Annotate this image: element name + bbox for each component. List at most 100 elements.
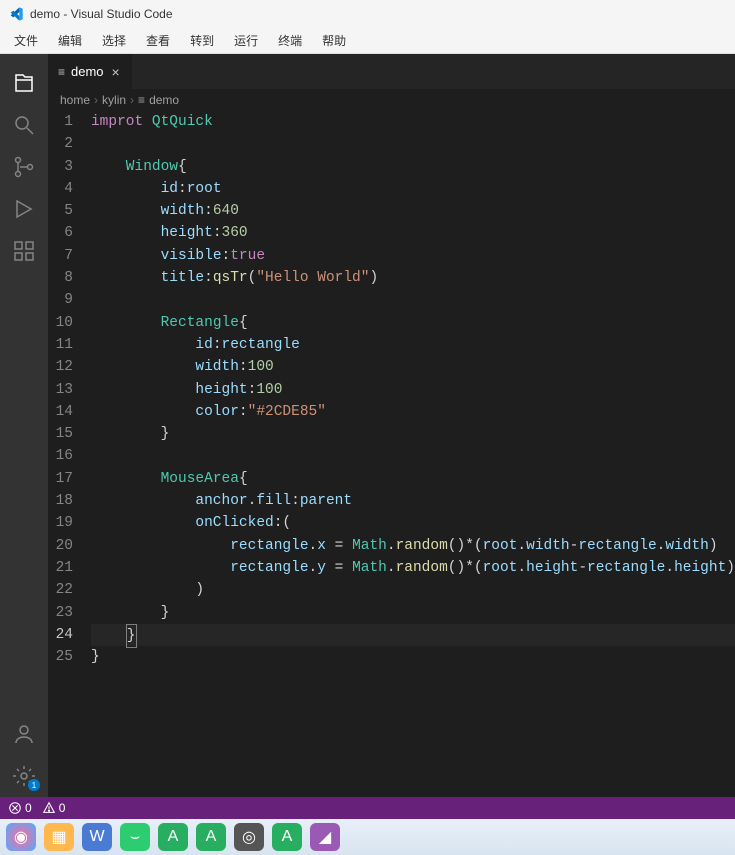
- tab-label: demo: [71, 64, 104, 79]
- code-line[interactable]: id:root: [91, 178, 735, 200]
- code-line[interactable]: Rectangle{: [91, 312, 735, 334]
- error-count: 0: [25, 801, 32, 815]
- line-number: 4: [48, 178, 73, 200]
- line-number: 11: [48, 334, 73, 356]
- breadcrumb-part[interactable]: demo: [149, 93, 179, 107]
- run-debug-icon[interactable]: [0, 188, 48, 230]
- menu-terminal[interactable]: 终端: [268, 28, 312, 53]
- code-line[interactable]: rectangle.y = Math.random()*(root.height…: [91, 557, 735, 579]
- menu-file[interactable]: 文件: [4, 28, 48, 53]
- code-line[interactable]: ): [91, 579, 735, 601]
- line-number: 1: [48, 111, 73, 133]
- code-line[interactable]: height:100: [91, 379, 735, 401]
- menu-view[interactable]: 查看: [136, 28, 180, 53]
- code-line[interactable]: rectangle.x = Math.random()*(root.width-…: [91, 535, 735, 557]
- chevron-right-icon: ›: [94, 93, 98, 107]
- gutter: 1234567891011121314151617181920212223242…: [48, 111, 91, 797]
- code-line[interactable]: Window{: [91, 156, 735, 178]
- warning-icon: [42, 801, 56, 815]
- line-number: 14: [48, 401, 73, 423]
- error-icon: [8, 801, 22, 815]
- code-line[interactable]: [91, 289, 735, 311]
- menu-go[interactable]: 转到: [180, 28, 224, 53]
- line-number: 8: [48, 267, 73, 289]
- line-number: 18: [48, 490, 73, 512]
- taskbar-app-icon[interactable]: ◢: [310, 823, 340, 851]
- line-number: 6: [48, 222, 73, 244]
- extensions-icon[interactable]: [0, 230, 48, 272]
- line-number: 19: [48, 512, 73, 534]
- breadcrumb-part[interactable]: home: [60, 93, 90, 107]
- settings-badge: 1: [28, 779, 40, 791]
- code-line[interactable]: [91, 133, 735, 155]
- code-line[interactable]: width:100: [91, 356, 735, 378]
- line-number: 17: [48, 468, 73, 490]
- status-errors[interactable]: 0: [8, 801, 32, 815]
- line-number: 2: [48, 133, 73, 155]
- code-line[interactable]: id:rectangle: [91, 334, 735, 356]
- line-number: 25: [48, 646, 73, 668]
- line-number: 12: [48, 356, 73, 378]
- taskbar-app-icon[interactable]: ⌣: [120, 823, 150, 851]
- code-line[interactable]: [91, 445, 735, 467]
- explorer-icon[interactable]: [0, 62, 48, 104]
- menu-edit[interactable]: 编辑: [48, 28, 92, 53]
- taskbar-wps-icon[interactable]: W: [82, 823, 112, 851]
- close-icon[interactable]: ×: [110, 64, 122, 80]
- menubar: 文件 编辑 选择 查看 转到 运行 终端 帮助: [0, 28, 735, 54]
- code-line[interactable]: }: [91, 646, 735, 668]
- file-icon: ≡: [58, 65, 65, 79]
- line-number: 22: [48, 579, 73, 601]
- status-warnings[interactable]: 0: [42, 801, 66, 815]
- code-line[interactable]: width:640: [91, 200, 735, 222]
- chevron-right-icon: ›: [130, 93, 134, 107]
- vscode-logo-icon: [8, 6, 24, 22]
- file-icon: ≡: [138, 93, 145, 107]
- breadcrumb[interactable]: home › kylin › ≡ demo: [48, 89, 735, 111]
- taskbar-app-icon[interactable]: A: [196, 823, 226, 851]
- tab-demo[interactable]: ≡ demo ×: [48, 54, 133, 89]
- code-line[interactable]: }: [91, 423, 735, 445]
- line-number: 7: [48, 245, 73, 267]
- code-line[interactable]: onClicked:(: [91, 512, 735, 534]
- line-number: 23: [48, 602, 73, 624]
- titlebar: demo - Visual Studio Code: [0, 0, 735, 28]
- code-line[interactable]: }: [91, 624, 735, 646]
- line-number: 15: [48, 423, 73, 445]
- taskbar-app-icon[interactable]: A: [158, 823, 188, 851]
- taskbar-app-icon[interactable]: ◎: [234, 823, 264, 851]
- activity-bar: 1: [0, 54, 48, 797]
- code-editor[interactable]: 1234567891011121314151617181920212223242…: [48, 111, 735, 797]
- line-number: 3: [48, 156, 73, 178]
- breadcrumb-part[interactable]: kylin: [102, 93, 126, 107]
- source-control-icon[interactable]: [0, 146, 48, 188]
- code-line[interactable]: visible:true: [91, 245, 735, 267]
- taskbar-app-icon[interactable]: ▦: [44, 823, 74, 851]
- warning-count: 0: [59, 801, 66, 815]
- menu-help[interactable]: 帮助: [312, 28, 356, 53]
- accounts-icon[interactable]: [0, 713, 48, 755]
- menu-select[interactable]: 选择: [92, 28, 136, 53]
- line-number: 5: [48, 200, 73, 222]
- line-number: 10: [48, 312, 73, 334]
- search-icon[interactable]: [0, 104, 48, 146]
- settings-gear-icon[interactable]: 1: [0, 755, 48, 797]
- menu-run[interactable]: 运行: [224, 28, 268, 53]
- code-line[interactable]: }: [91, 602, 735, 624]
- code-line[interactable]: title:qsTr("Hello World"): [91, 267, 735, 289]
- code-line[interactable]: anchor.fill:parent: [91, 490, 735, 512]
- line-number: 24: [48, 624, 73, 646]
- taskbar-app-icon[interactable]: A: [272, 823, 302, 851]
- code-content[interactable]: improt QtQuick Window{ id:root width:640…: [91, 111, 735, 797]
- code-line[interactable]: color:"#2CDE85": [91, 401, 735, 423]
- line-number: 13: [48, 379, 73, 401]
- statusbar: 0 0: [0, 797, 735, 819]
- line-number: 9: [48, 289, 73, 311]
- code-line[interactable]: height:360: [91, 222, 735, 244]
- editor-tabs: ≡ demo ×: [48, 54, 735, 89]
- taskbar-start-icon[interactable]: ◉: [6, 823, 36, 851]
- window-title: demo - Visual Studio Code: [30, 7, 173, 21]
- code-line[interactable]: MouseArea{: [91, 468, 735, 490]
- code-line[interactable]: improt QtQuick: [91, 111, 735, 133]
- os-taskbar: ◉ ▦ W ⌣ A A ◎ A ◢: [0, 819, 735, 855]
